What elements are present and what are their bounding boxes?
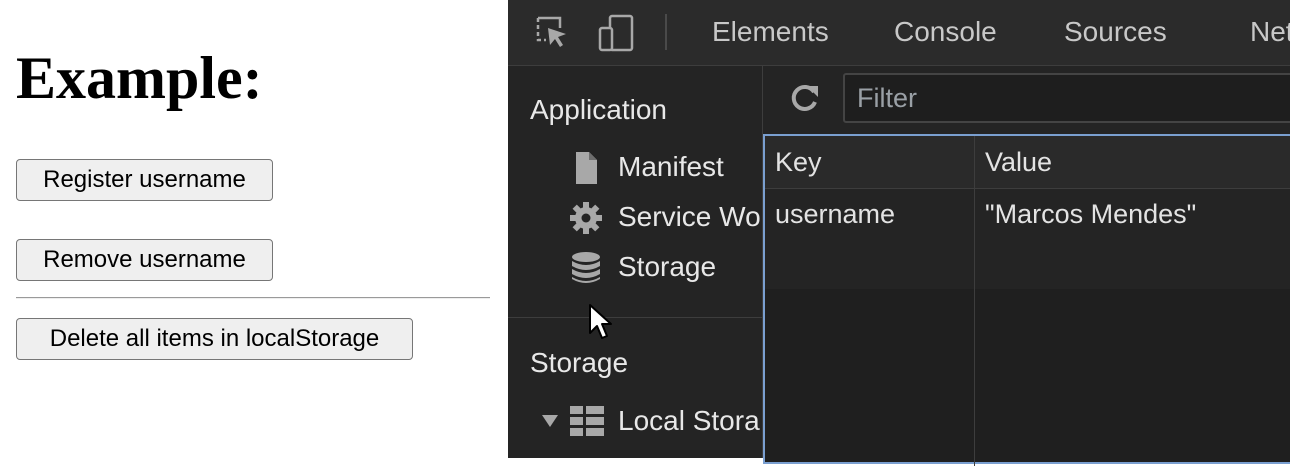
- column-divider[interactable]: [974, 136, 975, 466]
- device-toolbar-icon[interactable]: [598, 14, 638, 57]
- column-header-value[interactable]: Value: [985, 145, 1052, 179]
- sidebar-item-label: Manifest: [618, 151, 724, 182]
- sidebar-item-label: Local Stora: [618, 405, 760, 436]
- table-grid-icon: [570, 406, 604, 441]
- mouse-cursor-icon: [588, 303, 614, 346]
- table-header: Key Value: [765, 136, 1290, 189]
- cell-key: username: [775, 199, 896, 229]
- remove-username-button[interactable]: Remove username: [16, 239, 273, 281]
- toolbar-separator: [665, 14, 667, 50]
- register-username-button[interactable]: Register username: [16, 159, 273, 201]
- sidebar-item-label: Storage: [618, 251, 717, 282]
- column-header-key[interactable]: Key: [775, 145, 822, 179]
- sidebar-divider: [508, 317, 762, 318]
- tab-sources[interactable]: Sources: [1064, 15, 1167, 49]
- page-heading: Example:: [16, 45, 263, 111]
- storage-toolbar: [763, 66, 1290, 134]
- tab-console[interactable]: Console: [894, 15, 997, 49]
- horizontal-rule: [16, 297, 490, 299]
- storage-view: Key Value username "Marcos Mendes": [763, 66, 1290, 466]
- application-section-title: Application: [530, 94, 667, 125]
- expand-triangle-icon[interactable]: [542, 415, 558, 427]
- storage-table: Key Value username "Marcos Mendes": [763, 134, 1290, 466]
- web-page: Example: Register username Remove userna…: [0, 0, 508, 458]
- storage-section-title: Storage: [530, 347, 629, 378]
- filter-input[interactable]: [843, 73, 1290, 123]
- document-icon: [568, 150, 604, 186]
- inspect-element-icon[interactable]: [534, 14, 570, 55]
- cell-value: "Marcos Mendes": [985, 199, 1197, 229]
- devtools-panel: Elements Console Sources Netw Applicatio…: [508, 0, 1290, 466]
- database-icon: [568, 250, 604, 286]
- devtools-toolbar: Elements Console Sources Netw: [508, 0, 1290, 66]
- tab-network[interactable]: Netw: [1250, 15, 1290, 49]
- refresh-icon[interactable]: [787, 82, 821, 121]
- table-row-empty: [765, 239, 1290, 289]
- tab-elements[interactable]: Elements: [712, 15, 829, 49]
- delete-all-localstorage-button[interactable]: Delete all items in localStorage: [16, 318, 413, 360]
- gear-icon: [568, 200, 604, 236]
- sidebar-item-label: Service Wo: [618, 201, 761, 232]
- table-row[interactable]: username "Marcos Mendes": [765, 189, 1290, 239]
- application-sidebar: Application Manifest Service Wo Storage …: [508, 66, 763, 458]
